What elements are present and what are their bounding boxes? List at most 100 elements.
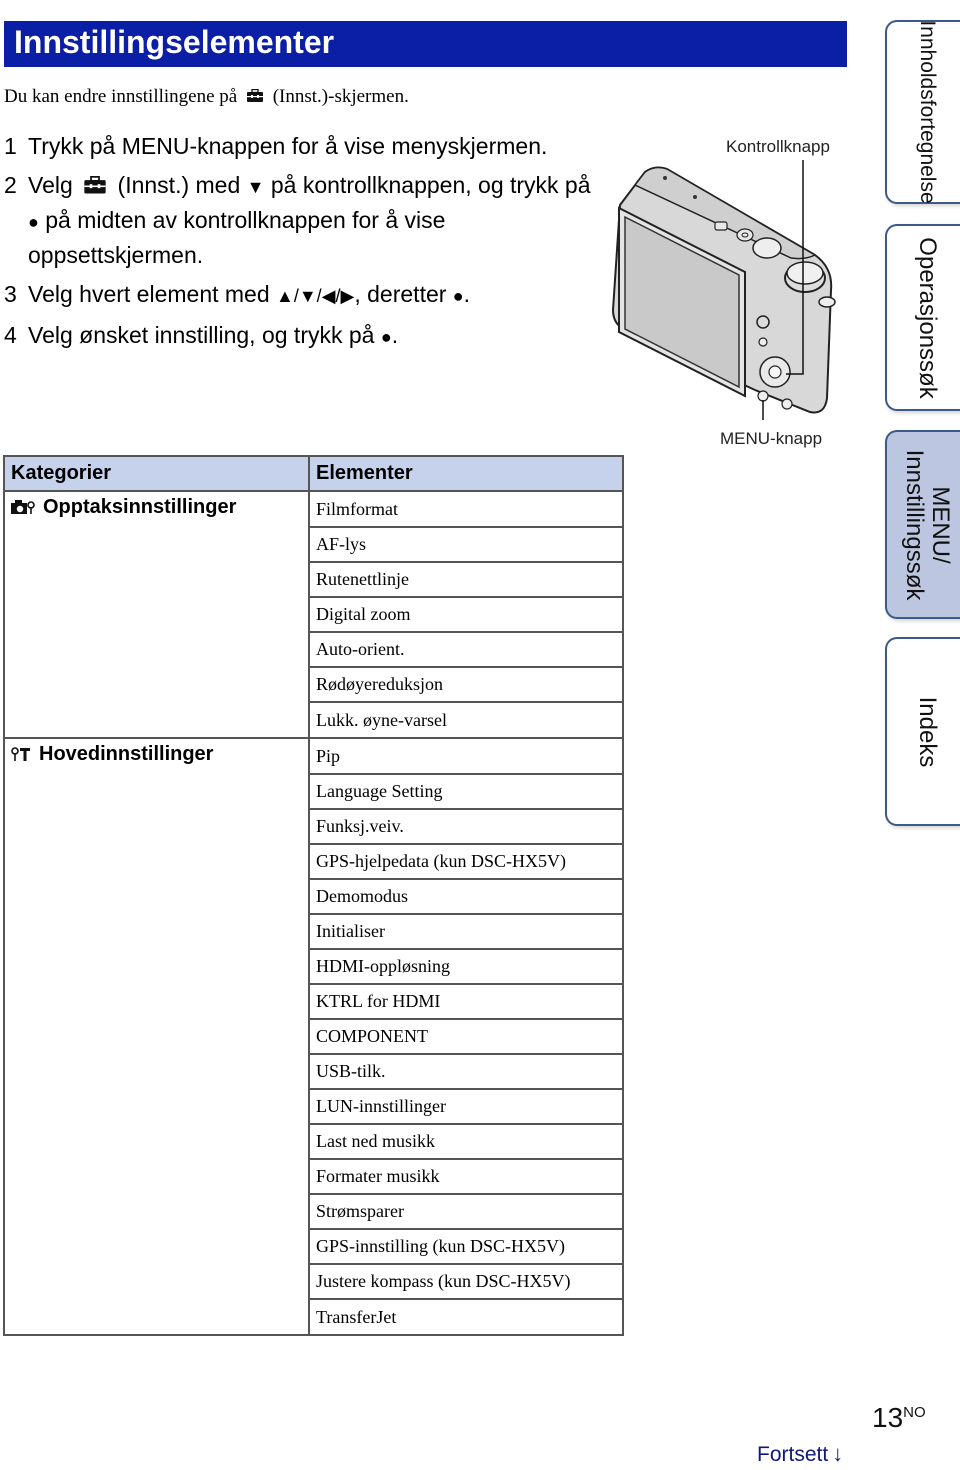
tab-operation-search[interactable]: Operasjonssøk <box>885 224 960 411</box>
intro-text-after: (Innst.)-skjermen. <box>272 86 409 107</box>
table-row: Formater musikk <box>3 1158 624 1195</box>
header-items: Elementer <box>308 455 624 492</box>
table-row: Strømsparer <box>3 1193 624 1230</box>
category-cell-empty <box>3 1124 310 1159</box>
step-number: 3 <box>4 281 17 307</box>
category-cell: Opptaksinnstillinger <box>3 490 310 527</box>
arrow-down-icon: ↓ <box>832 1441 844 1466</box>
tab-label: Indeks <box>914 696 941 767</box>
table-header-row: Kategorier Elementer <box>3 455 624 492</box>
category-cell-empty <box>3 527 310 562</box>
camera-settings-icon <box>11 498 35 521</box>
table-row: Hovedinnstillinger Pip <box>3 737 624 775</box>
step-1: 1 Trykk på MENU-knappen for å vise menys… <box>4 130 604 163</box>
intro-text: Du kan endre innstillingene på (Innst.)-… <box>4 84 409 110</box>
step-number: 1 <box>4 133 17 159</box>
category-cell-empty <box>3 1054 310 1089</box>
category-cell-empty <box>3 984 310 1019</box>
item-cell: GPS-hjelpedata (kun DSC-HX5V) <box>308 843 624 880</box>
table-row: Auto-orient. <box>3 631 624 668</box>
item-cell: Lukk. øyne-varsel <box>308 701 624 739</box>
table-row: Funksj.veiv. <box>3 808 624 845</box>
table-row: Initialiser <box>3 913 624 950</box>
direction-arrows-icon: ▲/▼/◀/▶ <box>276 286 355 306</box>
step-text: Trykk på MENU-knappen for å vise menyskj… <box>28 133 548 159</box>
toolbox-icon <box>246 89 263 102</box>
center-button-icon: ● <box>28 212 39 232</box>
tab-menu-settings-search[interactable]: MENU/Innstillingssøk <box>885 430 960 619</box>
table-row: HDMI-oppløsning <box>3 948 624 985</box>
item-cell: Funksj.veiv. <box>308 808 624 845</box>
item-cell: GPS-innstilling (kun DSC-HX5V) <box>308 1228 624 1265</box>
category-cell-empty <box>3 562 310 597</box>
category-cell-empty <box>3 1299 310 1336</box>
table-row: Lukk. øyne-varsel <box>3 701 624 739</box>
step-text: på kontrollknappen, og trykk på <box>270 172 591 198</box>
item-cell: Initialiser <box>308 913 624 950</box>
tab-label: Operasjonssøk <box>914 236 941 399</box>
item-cell: Demomodus <box>308 878 624 915</box>
item-cell: COMPONENT <box>308 1018 624 1055</box>
item-cell: Formater musikk <box>308 1158 624 1195</box>
category-cell-empty <box>3 667 310 702</box>
category-cell-empty <box>3 949 310 984</box>
category-cell-empty <box>3 1264 310 1299</box>
category-cell-empty <box>3 774 310 809</box>
tab-label: MENU/Innstillingssøk <box>901 449 954 600</box>
header-categories: Kategorier <box>3 455 310 492</box>
tab-label-line1: MENU/ <box>927 485 954 564</box>
step-number: 2 <box>4 172 17 198</box>
table-row: Digital zoom <box>3 596 624 633</box>
item-cell: KTRL for HDMI <box>308 983 624 1020</box>
intro-text-before: Du kan endre innstillingene på <box>4 86 238 107</box>
page-number: 13NO <box>872 1402 926 1434</box>
category-cell-empty <box>3 1089 310 1124</box>
table-row: Rutenettlinje <box>3 561 624 598</box>
steps-list: 1 Trykk på MENU-knappen for å vise menys… <box>4 130 604 360</box>
item-cell: Auto-orient. <box>308 631 624 668</box>
step-2: 2 Velg (Innst.) med ▼ på kontrollknappen… <box>4 169 604 272</box>
item-cell: Last ned musikk <box>308 1123 624 1160</box>
table-row: Rødøyereduksjon <box>3 666 624 703</box>
tab-label: Innholdsfortegnelse <box>916 20 939 204</box>
item-cell: LUN-innstillinger <box>308 1088 624 1125</box>
category-cell-empty <box>3 914 310 949</box>
step-text: , deretter <box>354 281 447 307</box>
item-cell: HDMI-oppløsning <box>308 948 624 985</box>
tab-contents[interactable]: Innholdsfortegnelse <box>885 20 960 204</box>
step-number: 4 <box>4 322 17 348</box>
item-cell: USB-tilk. <box>308 1053 624 1090</box>
down-triangle-icon: ▼ <box>246 177 265 197</box>
step-4: 4 Velg ønsket innstilling, og trykk på ●… <box>4 319 604 354</box>
continue-link[interactable]: Fortsett ↓ <box>757 1441 843 1467</box>
item-cell: Language Setting <box>308 773 624 810</box>
step-text: . <box>391 322 399 348</box>
item-cell: TransferJet <box>308 1298 624 1336</box>
category-cell-empty <box>3 844 310 879</box>
category-label: Opptaksinnstillinger <box>43 496 237 518</box>
category-cell-empty <box>3 1194 310 1229</box>
item-cell: AF-lys <box>308 526 624 563</box>
step-3: 3 Velg hvert element med ▲/▼/◀/▶, derett… <box>4 278 604 313</box>
item-cell: Strømsparer <box>308 1193 624 1230</box>
category-cell-empty <box>3 1019 310 1054</box>
table-row: USB-tilk. <box>3 1053 624 1090</box>
step-text: . <box>463 281 471 307</box>
page-title: Innstillingselementer <box>14 24 335 60</box>
table-row: Language Setting <box>3 773 624 810</box>
category-cell-empty <box>3 632 310 667</box>
item-cell: Filmformat <box>308 490 624 528</box>
item-cell: Rødøyereduksjon <box>308 666 624 703</box>
control-button-callout: Kontrollknapp <box>726 137 830 156</box>
step-text: på midten av kontrollknappen for å vise … <box>28 207 446 268</box>
category-cell-empty <box>3 809 310 844</box>
center-button-icon: ● <box>380 327 392 347</box>
step-text: (Innst.) med <box>117 172 241 198</box>
continue-label: Fortsett <box>757 1443 829 1466</box>
tab-label-line2: Innstillingssøk <box>901 449 928 600</box>
table-row: COMPONENT <box>3 1018 624 1055</box>
settings-table: Kategorier Elementer Opptaksinnstillinge… <box>3 455 624 1336</box>
table-row: GPS-innstilling (kun DSC-HX5V) <box>3 1228 624 1265</box>
step-text: Velg hvert element med <box>28 281 270 307</box>
tab-index[interactable]: Indeks <box>885 637 960 826</box>
